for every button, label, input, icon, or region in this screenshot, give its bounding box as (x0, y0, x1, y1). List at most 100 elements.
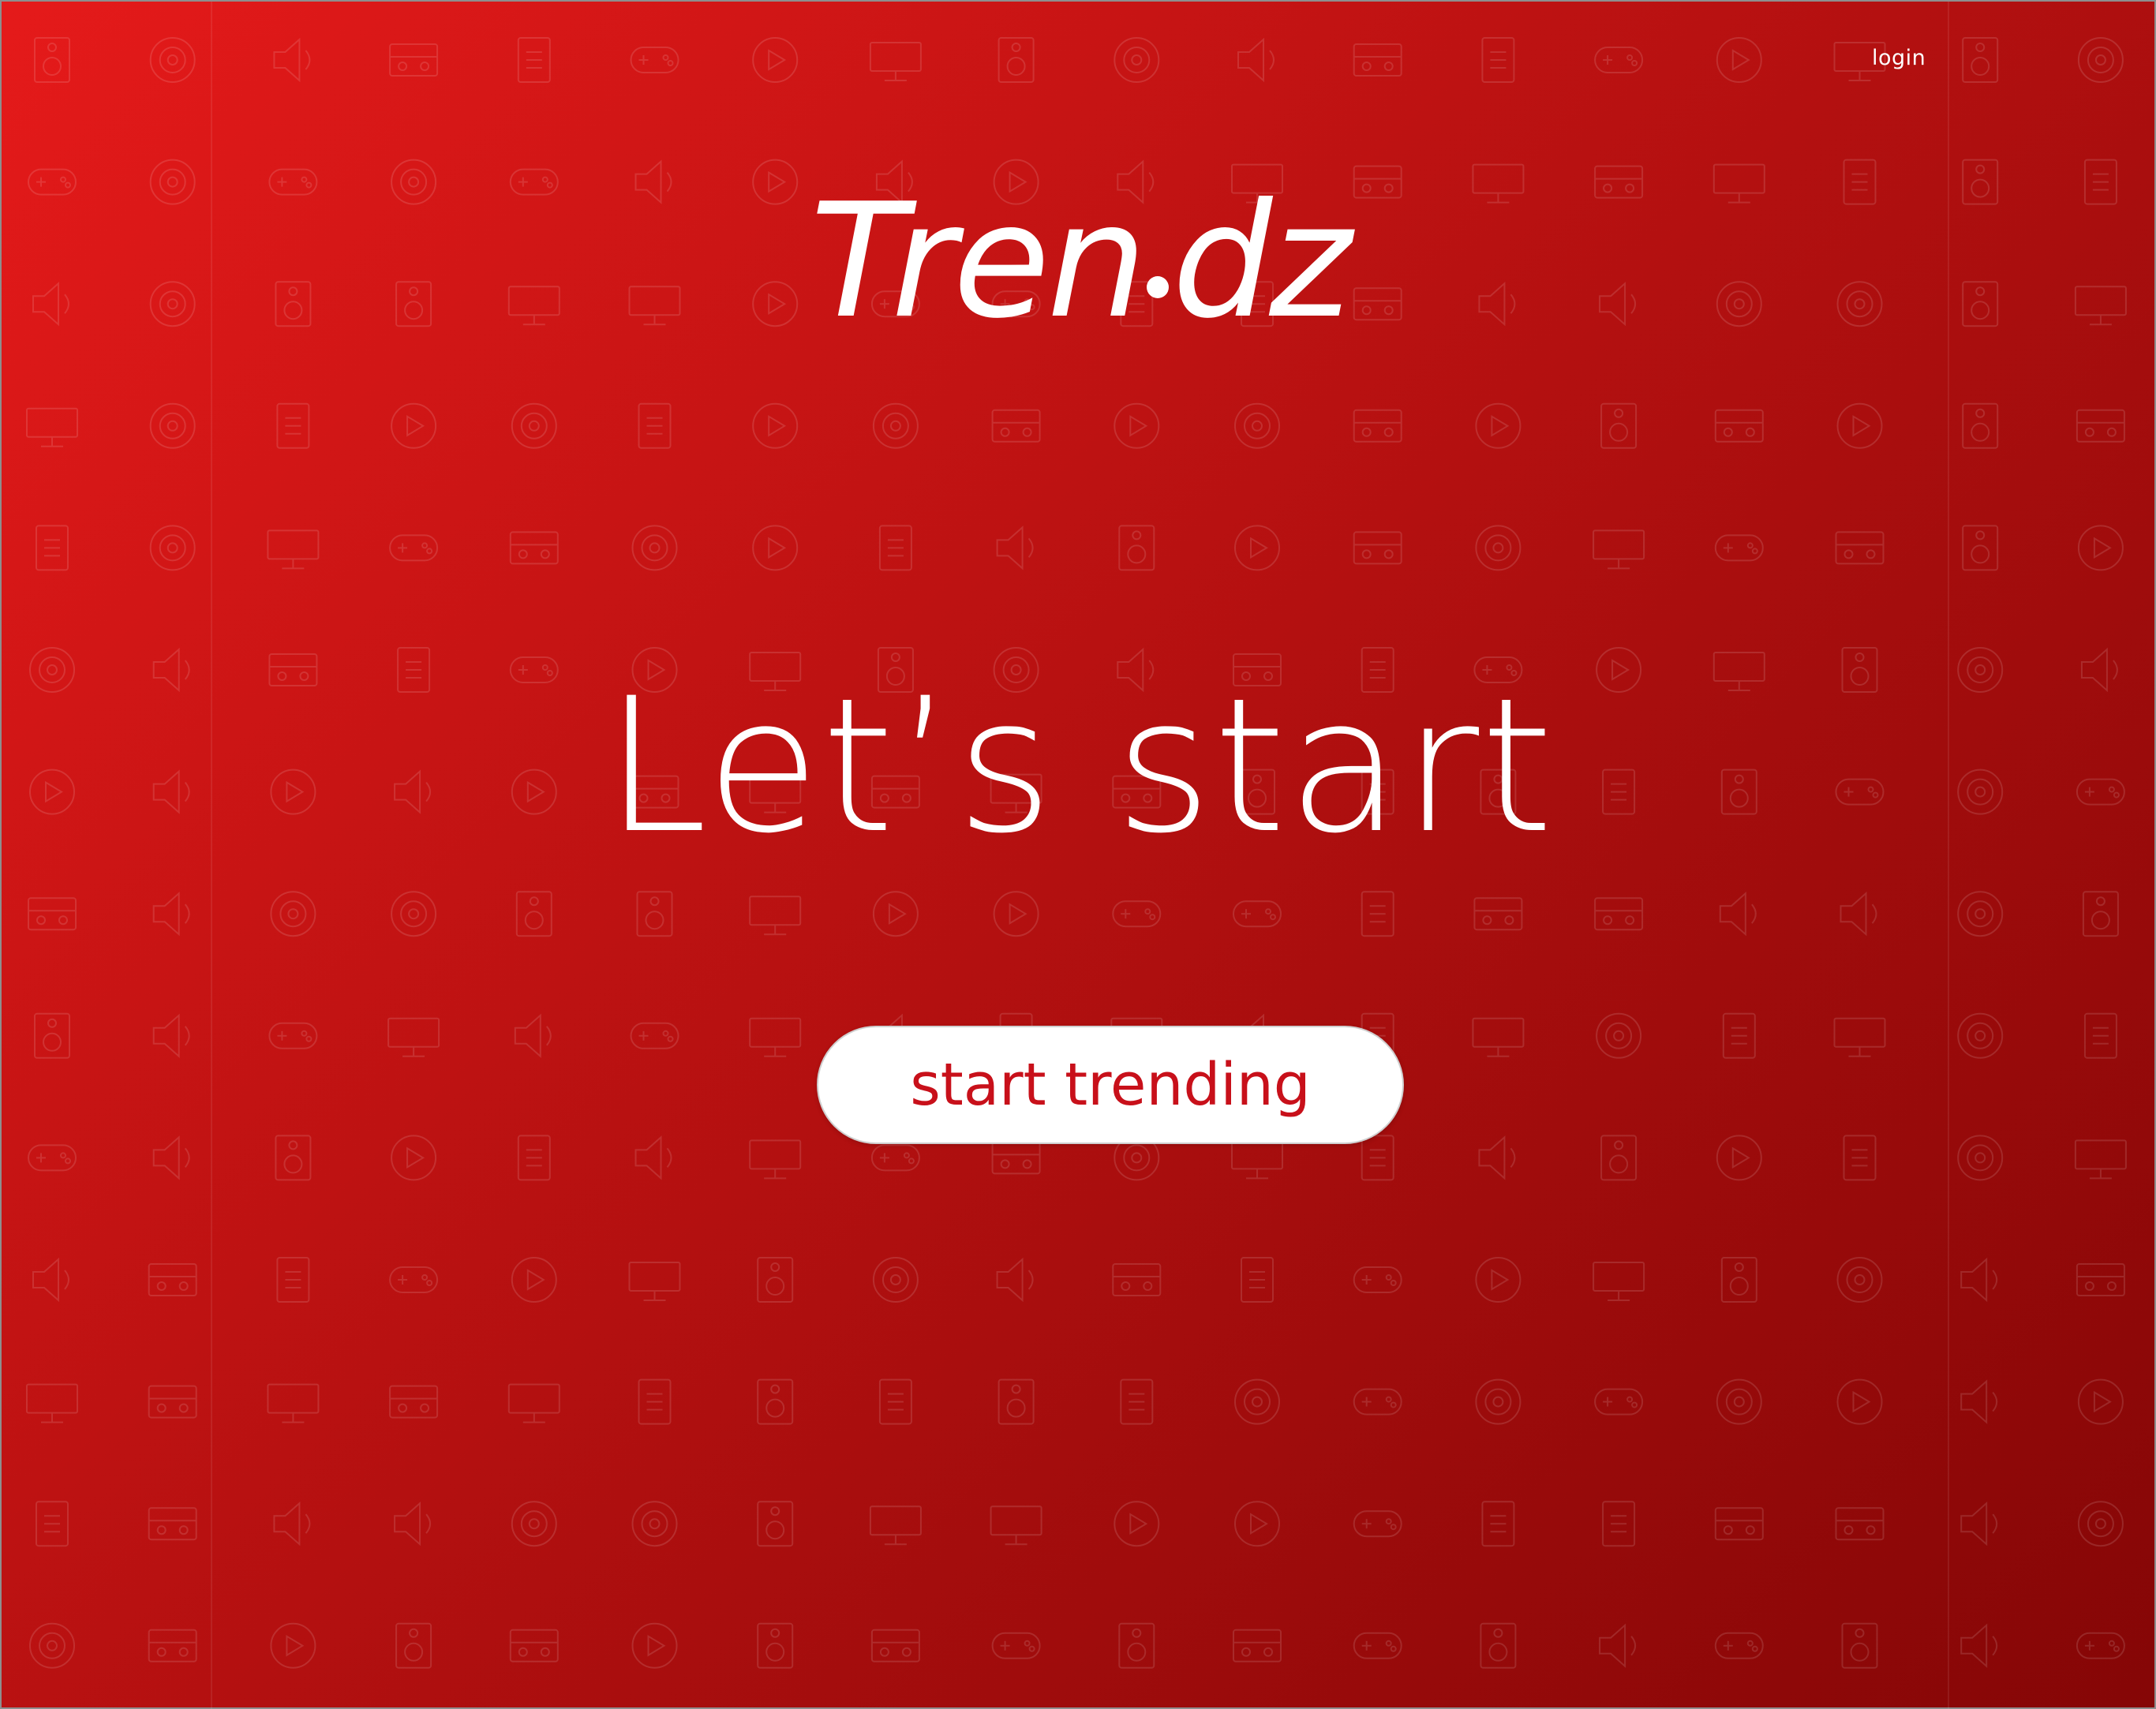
vinyl-disc-icon (1599, 1624, 1637, 1667)
camera-icon (389, 1385, 439, 1419)
mute-icon (389, 43, 439, 77)
cassette-icon (1716, 1378, 1762, 1425)
hero-headline: Let’s start (604, 659, 1555, 874)
stop-icon (757, 1622, 794, 1669)
volume-icon (1475, 402, 1522, 449)
clapperboard-icon (749, 1017, 802, 1057)
camera-icon (1114, 37, 1160, 83)
clapperboard-icon (276, 1257, 310, 1303)
monitor-icon (29, 1622, 75, 1669)
gamepad-icon (1353, 43, 1402, 77)
laptop-icon (36, 525, 69, 571)
microphone-icon (2083, 1012, 2117, 1059)
satellite-icon (511, 1501, 557, 1547)
battery-icon (2074, 1139, 2127, 1180)
pause-icon (270, 1622, 316, 1669)
volume-icon (1234, 1501, 1280, 1547)
microphone-icon (1114, 1501, 1160, 1547)
remote-icon (1602, 1501, 1636, 1547)
login-link[interactable]: login (1872, 46, 1926, 70)
printer-icon (517, 1135, 551, 1181)
printer-icon (752, 37, 799, 83)
vinyl-disc-icon (2077, 1378, 2124, 1425)
fast-forward-icon (752, 525, 799, 571)
rewind-icon (1361, 1135, 1394, 1181)
film-reel-icon (1353, 1632, 1402, 1659)
pause-icon (509, 531, 559, 565)
remote-icon (872, 891, 919, 937)
clapperboard-icon (26, 407, 78, 447)
remote-icon (391, 1135, 437, 1181)
radio-icon (148, 1385, 197, 1419)
mute-icon (1600, 402, 1638, 449)
zoom-out-icon (872, 1257, 919, 1303)
stop-icon (996, 526, 1034, 570)
zoom-in-icon (273, 1502, 311, 1546)
satellite-icon (996, 1258, 1034, 1301)
satellite-icon (1472, 1017, 1525, 1057)
microphone-icon (1353, 409, 1402, 443)
microphone-icon (149, 37, 196, 83)
at-sign-icon (872, 402, 919, 449)
pause-icon (757, 1378, 794, 1425)
power-icon (1843, 1135, 1877, 1181)
floppy-disk-icon (148, 1507, 197, 1541)
floppy-disk-icon (628, 1262, 681, 1301)
zoom-out-icon (394, 1502, 432, 1546)
rewind-icon (1594, 47, 1644, 73)
power-icon (1118, 525, 1155, 571)
camera-icon (2077, 1501, 2124, 1547)
cassette-icon (1475, 525, 1522, 571)
microphone-icon (1593, 1262, 1645, 1301)
play-icon (878, 525, 912, 571)
pause-icon (1481, 37, 1515, 83)
tv-icon (1481, 1501, 1515, 1547)
floppy-disk-icon (2077, 525, 2124, 571)
power-icon (870, 1629, 920, 1662)
star-icon (28, 897, 77, 931)
headphones-icon (1714, 1632, 1764, 1659)
start-trending-button[interactable]: start trending (817, 1026, 1404, 1144)
joystick-icon (1353, 1266, 1402, 1293)
tv-icon (1960, 1258, 1998, 1301)
rewind-icon (878, 1378, 912, 1425)
headphones-icon (511, 1257, 557, 1303)
at-sign-icon (1112, 1263, 1162, 1296)
music-note-icon (1475, 1378, 1522, 1425)
at-sign-icon (1596, 1012, 1642, 1059)
cassette-icon (514, 1014, 552, 1057)
volume-icon (273, 39, 311, 81)
laptop-icon (1960, 1502, 1998, 1546)
printer-icon (1962, 402, 1999, 449)
stop-icon (1234, 1378, 1280, 1425)
radio-icon (2076, 409, 2125, 443)
zoom-in-icon (511, 402, 557, 449)
tv-icon (517, 37, 551, 83)
camera-icon (149, 525, 196, 571)
fast-forward-icon (1478, 1136, 1516, 1180)
microphone-icon (391, 891, 437, 937)
joystick-icon (152, 892, 190, 936)
zoom-in-icon (1960, 1624, 1998, 1667)
stop-icon (34, 1012, 70, 1059)
satellite-icon (752, 402, 799, 449)
music-note-icon (1234, 525, 1280, 571)
tv-icon (275, 1135, 312, 1181)
power-icon (152, 1014, 190, 1057)
zoom-in-icon (757, 1257, 794, 1303)
brand-logo: Tren dz (2, 159, 2156, 365)
remote-icon (630, 47, 679, 73)
film-reel-icon (1836, 1378, 1883, 1425)
clapperboard-icon (1960, 1380, 1998, 1423)
laptop-icon (1233, 900, 1282, 928)
vinyl-disc-icon (149, 402, 196, 449)
zoom-out-icon (2076, 1632, 2125, 1659)
radio-icon (634, 1136, 672, 1180)
mute-icon (1836, 1257, 1883, 1303)
laptop-icon (749, 1139, 802, 1180)
remote-icon (1836, 402, 1883, 449)
star-icon (1722, 1012, 1756, 1059)
floppy-disk-icon (1841, 1622, 1878, 1669)
zoom-out-icon (638, 402, 672, 449)
fast-forward-icon (1957, 891, 2004, 937)
